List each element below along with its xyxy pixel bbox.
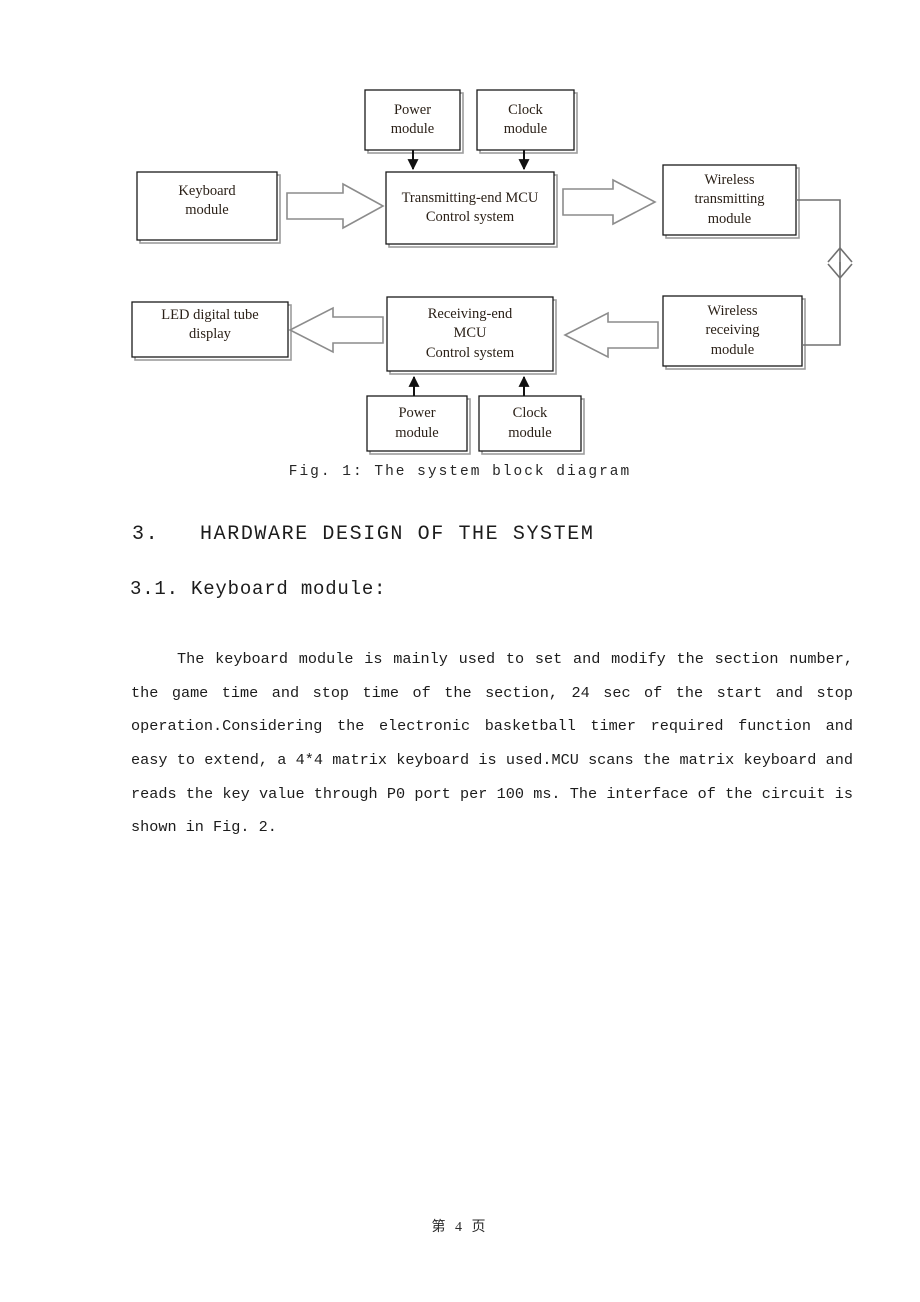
body-paragraph: The keyboard module is mainly used to se… (131, 650, 853, 837)
diagram-canvas (131, 89, 853, 455)
connector-wireless-rx-to-rx-mcu (563, 311, 659, 359)
connector-keyboard-to-tx-mcu (286, 182, 385, 230)
page-footer: 第 4 页 (431, 1220, 489, 1235)
section-heading: 3. HARDWARE DESIGN OF THE SYSTEM (132, 523, 595, 546)
diagram-boxes (131, 89, 806, 455)
document-page: Power module Clock module Keyboard modul… (0, 0, 920, 1302)
figure-caption: Fig. 1: The system block diagram (288, 464, 632, 480)
connector-rx-mcu-to-led (288, 306, 384, 354)
subsection-heading: 3.1. Keyboard module: (130, 578, 387, 600)
system-block-diagram: Power module Clock module Keyboard modul… (0, 0, 920, 455)
connector-tx-mcu-to-wireless-tx (562, 178, 657, 226)
